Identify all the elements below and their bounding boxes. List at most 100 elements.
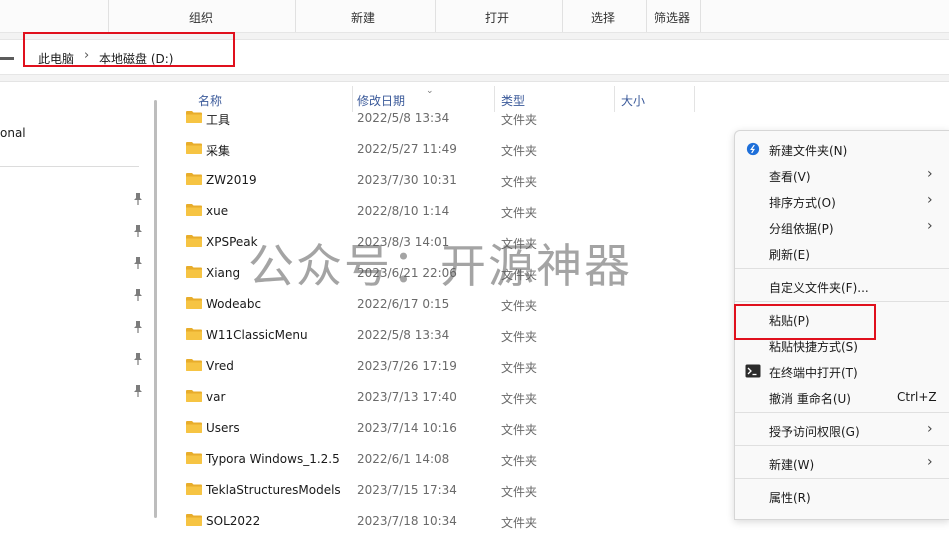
ribbon-group-filter[interactable]: 筛选器 [646,0,701,32]
menu-item-new-folder[interactable]: 新建文件夹(N) [735,136,949,162]
file-date: 2022/5/8 13:34 [357,328,450,342]
file-name: Vred [206,359,234,373]
file-date: 2023/8/3 14:01 [357,235,450,249]
sort-chevron-icon: ⌄ [426,86,434,96]
menu-item-new[interactable]: 新建(W) › [735,450,949,476]
file-date: 2023/6/21 22:06 [357,266,457,280]
ribbon-label-open: 打开 [485,11,510,25]
menu-item-open-terminal[interactable]: 在终端中打开(T) [735,358,949,384]
file-row[interactable]: Typora Windows_1.2.5 2022/6/1 14:08 文件夹 [160,444,720,475]
nav-divider [0,166,139,167]
menu-separator [735,445,949,446]
command-ribbon: 组织 新建 打开 选择 筛选器 [0,0,949,33]
ribbon-group-open[interactable]: 打开 [435,0,563,32]
menu-item-label: 撤消 重命名(U) [769,392,851,406]
file-type: 文件夹 [501,113,538,127]
folder-icon [186,266,202,278]
file-row[interactable]: 采集 2022/5/27 11:49 文件夹 [160,134,720,165]
folder-icon [186,235,202,247]
address-bar-icon [0,57,14,60]
menu-item-group-by[interactable]: 分组依据(P) › [735,214,949,240]
folder-icon [186,421,202,433]
file-row[interactable]: ZW2019 2023/7/30 10:31 文件夹 [160,165,720,196]
folder-icon [186,204,202,216]
file-row[interactable]: var 2023/7/13 17:40 文件夹 [160,382,720,413]
file-date: 2022/5/27 11:49 [357,142,457,156]
file-date: 2022/6/17 0:15 [357,297,450,311]
menu-item-label: 刷新(E) [769,248,810,262]
pin-icon [133,353,143,365]
file-type: 文件夹 [501,299,538,313]
highlight-box-address [23,32,235,67]
file-date: 2023/7/14 10:16 [357,421,457,435]
file-row[interactable]: SOL2022 2023/7/18 10:34 文件夹 [160,506,720,537]
navigation-pane: onal [0,82,150,518]
menu-item-grant-access[interactable]: 授予访问权限(G) › [735,417,949,443]
menu-item-label: 排序方式(O) [769,196,836,210]
menu-item-view[interactable]: 查看(V) › [735,162,949,188]
file-date: 2022/5/8 13:34 [357,111,450,125]
menu-item-customize-folder[interactable]: 自定义文件夹(F)... [735,273,949,299]
chevron-right-icon: › [927,218,933,234]
chevron-right-icon: › [927,454,933,470]
ribbon-group-select[interactable]: 选择 [562,0,647,32]
file-date: 2022/8/10 1:14 [357,204,450,218]
file-type: 文件夹 [501,516,538,530]
file-date: 2022/6/1 14:08 [357,452,450,466]
pin-icon [133,193,143,205]
file-name: 工具 [206,113,231,127]
file-row[interactable]: TeklaStructuresModels 2023/7/15 17:34 文件… [160,475,720,506]
folder-icon [186,452,202,464]
ribbon-group-left [0,0,109,32]
menu-separator [735,268,949,269]
file-name: SOL2022 [206,514,261,528]
file-date: 2023/7/30 10:31 [357,173,457,187]
menu-item-sort-by[interactable]: 排序方式(O) › [735,188,949,214]
file-row[interactable]: Vred 2023/7/26 17:19 文件夹 [160,351,720,382]
file-row[interactable]: XPSPeak 2023/8/3 14:01 文件夹 [160,227,720,258]
menu-item-label: 在终端中打开(T) [769,366,858,380]
menu-item-undo-rename[interactable]: 撤消 重命名(U) Ctrl+Z [735,384,949,410]
pin-icon [133,225,143,237]
file-name: XPSPeak [206,235,258,249]
pin-icon [133,257,143,269]
chevron-right-icon: › [927,166,933,182]
pin-icon [133,289,143,301]
menu-item-properties[interactable]: 属性(R) [735,483,949,509]
ribbon-label-select: 选择 [591,11,616,25]
file-name: Users [206,421,240,435]
menu-item-label: 授予访问权限(G) [769,425,860,439]
file-row[interactable]: W11ClassicMenu 2022/5/8 13:34 文件夹 [160,320,720,351]
file-type: 文件夹 [501,454,538,468]
file-type: 文件夹 [501,423,538,437]
menu-item-refresh[interactable]: 刷新(E) [735,240,949,266]
folder-icon [186,297,202,309]
ribbon-group-organize[interactable]: 组织 [108,0,296,32]
folder-icon [186,359,202,371]
menu-item-label: 属性(R) [769,491,811,505]
file-row[interactable]: Users 2023/7/14 10:16 文件夹 [160,413,720,444]
file-row[interactable]: xue 2022/8/10 1:14 文件夹 [160,196,720,227]
folder-icon [186,390,202,402]
menu-item-label: 粘贴快捷方式(S) [769,340,858,354]
nav-item-label[interactable]: onal [0,126,26,140]
menu-item-label: 新建(W) [769,458,815,472]
menu-separator [735,301,949,302]
terminal-icon [745,364,761,378]
file-date: 2023/7/26 17:19 [357,359,457,373]
folder-icon [186,328,202,340]
folder-icon [186,173,202,185]
nav-scrollbar[interactable] [154,100,157,518]
file-date: 2023/7/15 17:34 [357,483,457,497]
ribbon-label-filter: 筛选器 [654,11,691,25]
file-type: 文件夹 [501,237,538,251]
ribbon-group-new[interactable]: 新建 [295,0,436,32]
menu-item-label: 分组依据(P) [769,222,834,236]
file-row[interactable]: 工具 2022/5/8 13:34 文件夹 [160,103,720,134]
file-row[interactable]: Xiang 2023/6/21 22:06 文件夹 [160,258,720,289]
file-row[interactable]: Wodeabc 2022/6/17 0:15 文件夹 [160,289,720,320]
pin-icon [133,385,143,397]
folder-icon [186,514,202,526]
menu-separator [735,412,949,413]
highlight-box-paste [734,304,876,340]
